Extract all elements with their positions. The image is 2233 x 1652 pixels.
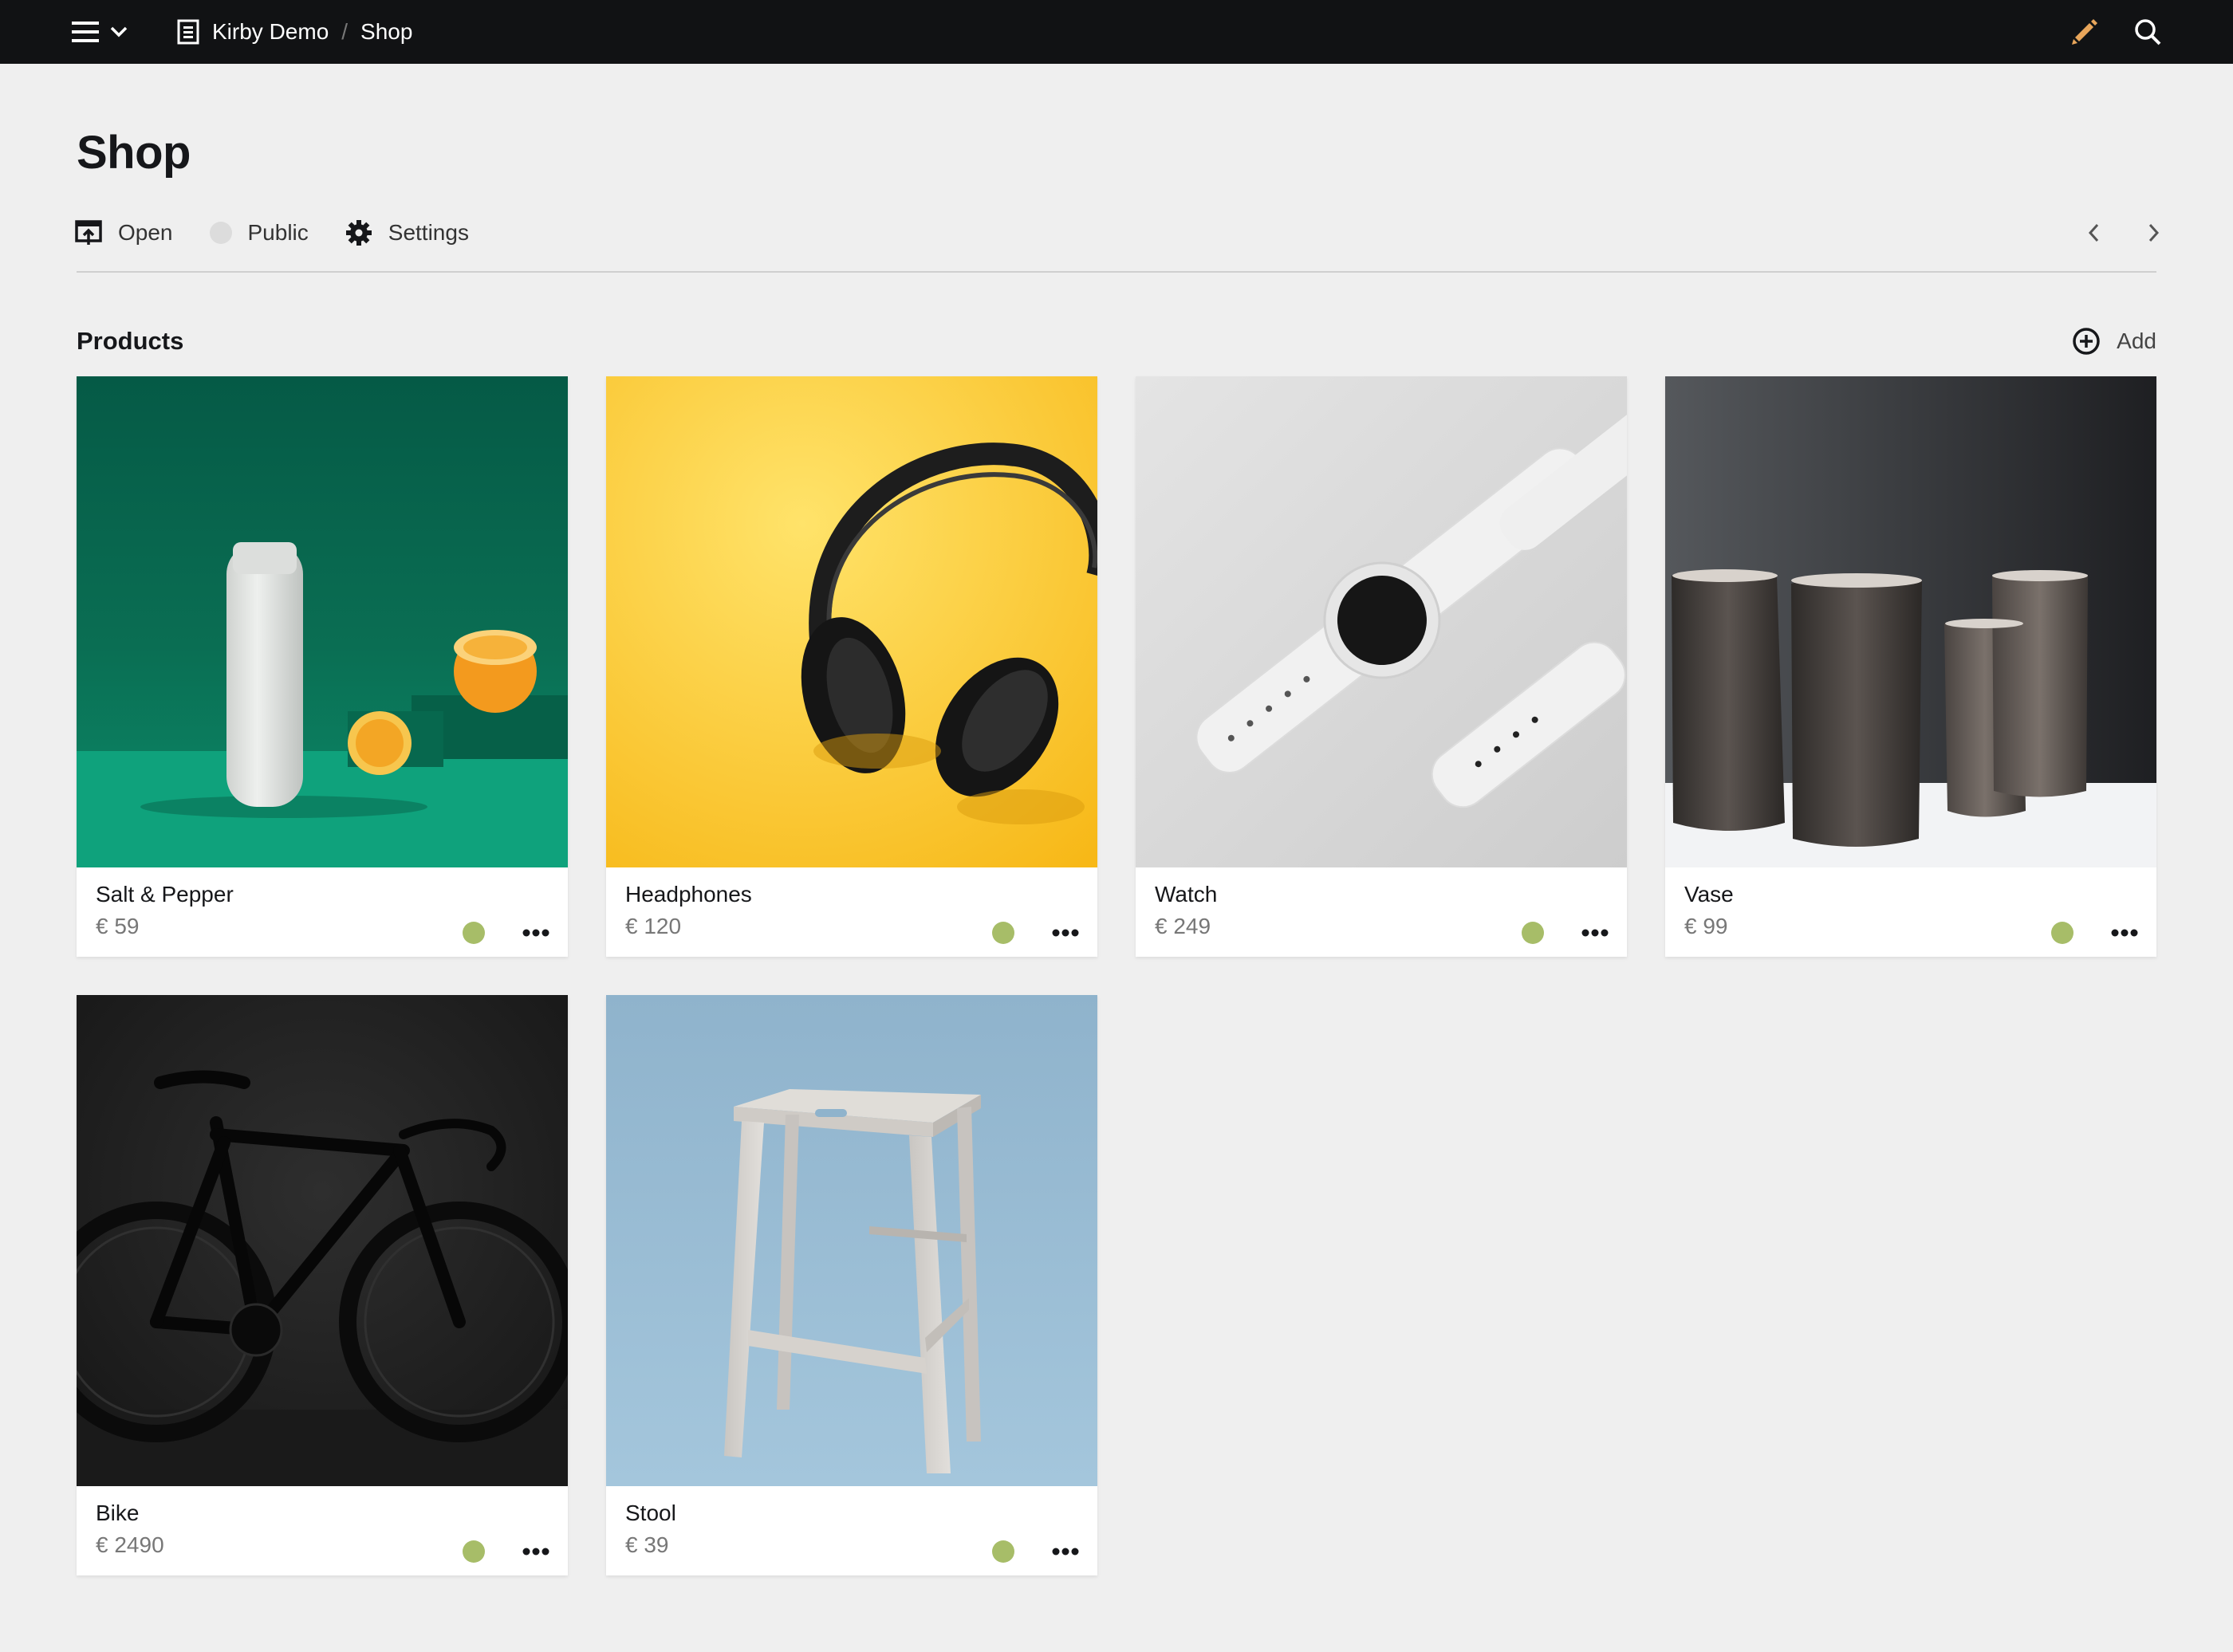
prev-page-button[interactable]	[2086, 222, 2101, 243]
chevron-down-icon	[110, 26, 128, 37]
product-name: Watch	[1155, 882, 1218, 907]
product-info: Watch € 249	[1136, 867, 1627, 957]
status-dot-icon	[209, 222, 232, 244]
product-name: Stool	[625, 1501, 676, 1525]
product-info: Stool € 39	[606, 1486, 1097, 1575]
ellipsis-icon	[1052, 1548, 1079, 1556]
settings-label: Settings	[388, 220, 469, 245]
open-button[interactable]: Open	[75, 220, 173, 246]
product-image	[606, 995, 1097, 1486]
product-info: Salt & Pepper € 59	[77, 867, 568, 957]
product-info: Headphones € 120	[606, 867, 1097, 957]
add-button[interactable]: Add	[2072, 327, 2156, 356]
chevron-left-icon	[2088, 223, 2099, 242]
open-preview-icon	[75, 220, 102, 245]
topbar: Kirby Demo / Shop	[0, 0, 2233, 64]
next-page-button[interactable]	[2147, 222, 2161, 243]
chevron-right-icon	[2148, 223, 2160, 242]
status-dot-icon[interactable]	[463, 922, 485, 944]
plus-circle-icon	[2073, 328, 2100, 355]
more-options-button[interactable]	[1577, 915, 1613, 950]
pencil-icon	[2072, 19, 2097, 45]
status-dot-icon[interactable]	[463, 1540, 485, 1563]
product-name: Vase	[1684, 882, 1734, 907]
ellipsis-icon	[522, 1548, 549, 1556]
status-dot-icon[interactable]	[992, 922, 1014, 944]
more-options-button[interactable]	[1048, 915, 1083, 950]
product-card[interactable]: Vase € 99	[1665, 376, 2156, 957]
more-options-button[interactable]	[518, 1534, 553, 1569]
header-divider	[77, 271, 2156, 273]
page-navigation	[2086, 214, 2161, 252]
product-card[interactable]: Salt & Pepper € 59	[77, 376, 568, 957]
status-dot-icon[interactable]	[1522, 922, 1544, 944]
search-button[interactable]	[2134, 18, 2161, 45]
product-card[interactable]: Headphones € 120	[606, 376, 1097, 957]
product-image	[1136, 376, 1627, 867]
product-price: € 39	[625, 1532, 669, 1557]
product-card[interactable]: Bike € 2490	[77, 995, 568, 1575]
hamburger-icon	[72, 22, 99, 42]
product-info: Bike € 2490	[77, 1486, 568, 1575]
breadcrumb: Kirby Demo / Shop	[177, 14, 412, 49]
open-label: Open	[118, 220, 173, 245]
search-icon	[2135, 19, 2161, 45]
product-price: € 99	[1684, 914, 1728, 938]
status-dot-icon[interactable]	[992, 1540, 1014, 1563]
edit-button[interactable]	[2070, 18, 2099, 46]
ellipsis-icon	[1581, 929, 1609, 937]
product-price: € 249	[1155, 914, 1211, 938]
product-image	[77, 995, 568, 1486]
more-options-button[interactable]	[518, 915, 553, 950]
status-button[interactable]: Public	[209, 220, 309, 246]
breadcrumb-site[interactable]: Kirby Demo	[212, 19, 329, 45]
product-image	[1665, 376, 2156, 867]
product-price: € 59	[96, 914, 140, 938]
status-dot-icon[interactable]	[2051, 922, 2074, 944]
product-card[interactable]: Stool € 39	[606, 995, 1097, 1575]
product-name: Headphones	[625, 882, 752, 907]
product-image	[77, 376, 568, 867]
more-options-button[interactable]	[2107, 915, 2142, 950]
gear-icon	[345, 220, 372, 246]
breadcrumb-current-page[interactable]: Shop	[360, 19, 412, 45]
page-options: Open Public Settings	[75, 214, 506, 252]
page-icon	[177, 19, 199, 45]
product-name: Bike	[96, 1501, 140, 1525]
product-name: Salt & Pepper	[96, 882, 234, 907]
product-price: € 120	[625, 914, 682, 938]
product-info: Vase € 99	[1665, 867, 2156, 957]
ellipsis-icon	[522, 929, 549, 937]
product-card[interactable]: Watch € 249	[1136, 376, 1627, 957]
page-title: Shop	[77, 127, 191, 179]
ellipsis-icon	[1052, 929, 1079, 937]
products-section-header: Products Add	[77, 325, 2156, 357]
product-image	[606, 376, 1097, 867]
settings-button[interactable]: Settings	[345, 219, 469, 246]
breadcrumb-separator: /	[341, 19, 349, 44]
menu-button[interactable]	[72, 14, 128, 49]
more-options-button[interactable]	[1048, 1534, 1083, 1569]
section-title: Products	[77, 327, 184, 355]
ellipsis-icon	[2111, 929, 2138, 937]
status-label: Public	[247, 220, 309, 245]
product-price: € 2490	[96, 1532, 164, 1557]
add-label: Add	[2117, 328, 2156, 353]
